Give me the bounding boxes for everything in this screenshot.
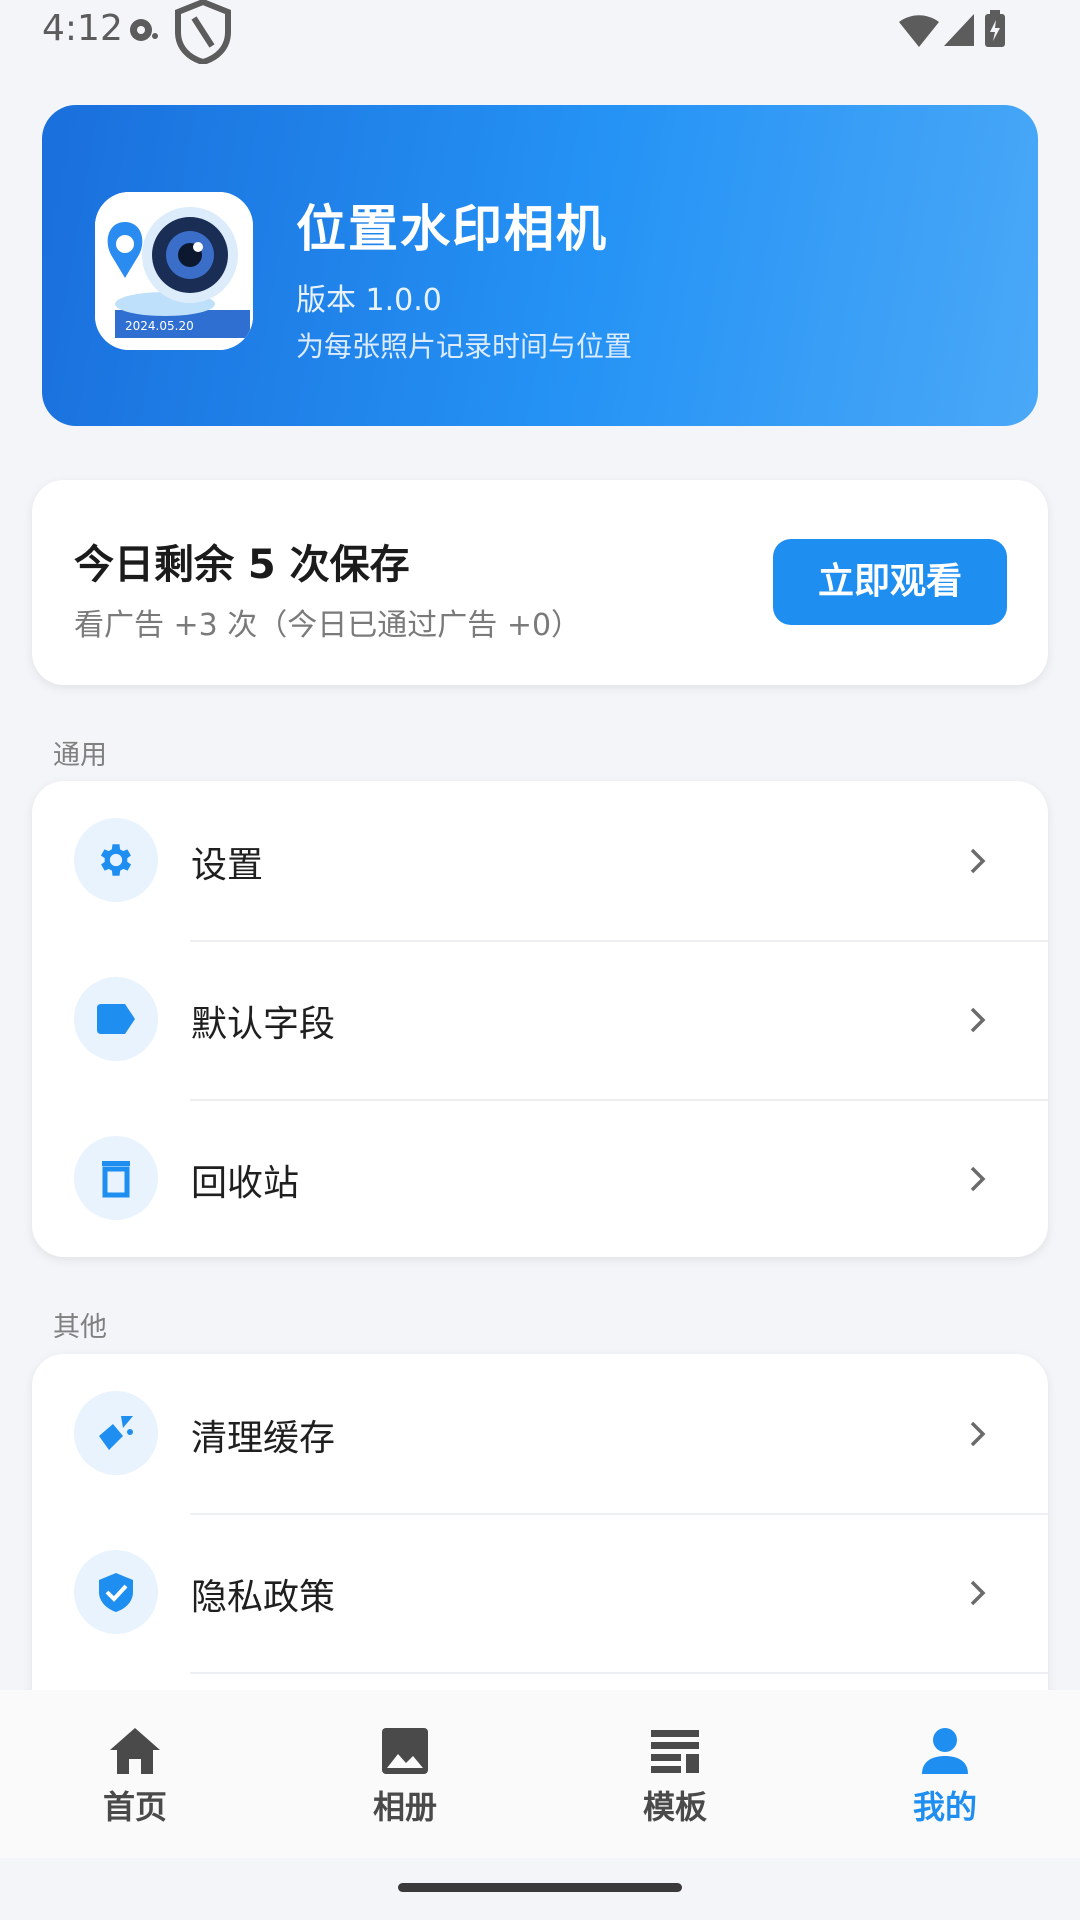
wifi-icon <box>899 15 939 47</box>
nav-label: 首页 <box>102 1788 167 1826</box>
person-icon <box>922 1728 968 1774</box>
chevron-right-icon <box>970 848 986 874</box>
broom-icon <box>99 1416 133 1450</box>
save-quota-card: 今日剩余 5 次保存 看广告 +3 次（今日已通过广告 +0） 立即观看 <box>32 480 1048 685</box>
shield-status-icon <box>175 0 231 64</box>
status-time: 4:12 <box>42 8 123 49</box>
bottom-nav: 首页 相册 模板 我的 <box>0 1690 1080 1858</box>
notification-dot-icon <box>130 19 158 41</box>
menu-item-recycle-bin[interactable]: 回收站 <box>32 1099 1048 1257</box>
home-indicator[interactable] <box>398 1883 682 1892</box>
gear-icon <box>100 844 132 876</box>
nav-label: 我的 <box>912 1788 977 1826</box>
nav-label: 模板 <box>642 1788 707 1826</box>
app-title: 位置水印相机 <box>296 200 608 258</box>
nav-item-home[interactable]: 首页 <box>0 1690 270 1858</box>
general-menu-card: 设置 默认字段 回收站 <box>32 781 1048 1257</box>
menu-item-default-fields[interactable]: 默认字段 <box>32 940 1048 1099</box>
image-icon <box>382 1728 428 1774</box>
battery-icon <box>985 10 1005 47</box>
trash-icon <box>102 1161 130 1198</box>
menu-label: 隐私政策 <box>191 1577 336 1618</box>
chevron-right-icon <box>970 1421 986 1447</box>
app-info-card: 2024.05.20 位置水印相机 版本 1.0.0 为每张照片记录时间与位置 <box>42 105 1038 426</box>
chevron-right-icon <box>970 1580 986 1606</box>
template-icon <box>651 1730 699 1773</box>
section-label-other: 其他 <box>53 1312 107 1343</box>
nav-label: 相册 <box>372 1788 437 1826</box>
nav-item-album[interactable]: 相册 <box>270 1690 540 1858</box>
svg-text:2024.05.20: 2024.05.20 <box>125 319 194 333</box>
quota-subtitle: 看广告 +3 次（今日已通过广告 +0） <box>74 608 582 643</box>
shield-check-icon <box>99 1573 133 1612</box>
app-logo: 2024.05.20 <box>95 192 253 350</box>
watch-ad-button[interactable]: 立即观看 <box>773 539 1007 625</box>
chevron-right-icon <box>970 1166 986 1192</box>
status-bar: 4:12 <box>0 0 1080 64</box>
menu-item-settings[interactable]: 设置 <box>32 781 1048 940</box>
signal-icon <box>944 14 974 46</box>
nav-item-mine[interactable]: 我的 <box>810 1690 1080 1858</box>
tag-icon <box>97 1004 135 1034</box>
menu-label: 清理缓存 <box>191 1418 336 1459</box>
camera-location-icon: 2024.05.20 <box>95 192 253 350</box>
menu-label: 默认字段 <box>191 1004 336 1045</box>
chevron-right-icon <box>970 1007 986 1033</box>
menu-item-privacy-policy[interactable]: 隐私政策 <box>32 1513 1048 1672</box>
quota-title: 今日剩余 5 次保存 <box>74 542 410 588</box>
menu-label: 设置 <box>191 845 264 886</box>
section-label-general: 通用 <box>53 740 107 771</box>
home-icon <box>110 1728 160 1774</box>
app-version: 版本 1.0.0 <box>296 283 442 318</box>
profile-screen: 4:12 2024.05.20 位置水印相机 版本 1.0.0 为每张照片记录时… <box>0 0 1080 1920</box>
menu-label: 回收站 <box>191 1163 300 1204</box>
nav-item-template[interactable]: 模板 <box>540 1690 810 1858</box>
app-slogan: 为每张照片记录时间与位置 <box>296 330 633 363</box>
menu-item-clear-cache[interactable]: 清理缓存 <box>32 1354 1048 1513</box>
